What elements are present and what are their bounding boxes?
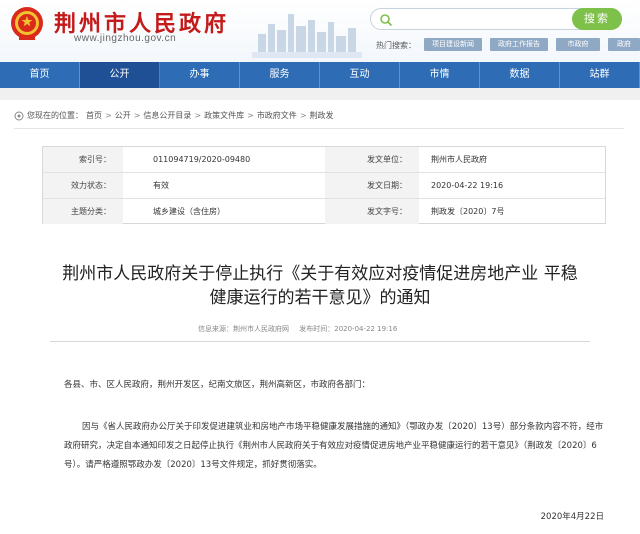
meta-value-category: 城乡建设（含住房） [153, 207, 225, 216]
meta-row: 效力状态： 有效 发文日期： 2020-04-22 19:16 [43, 173, 605, 199]
search-box: 搜索 [370, 8, 622, 30]
nav-item-services[interactable]: 服务 [240, 62, 320, 88]
hot-search-tag[interactable]: 市政府 [556, 38, 600, 51]
meta-value-index: 011094719/2020-09480 [153, 155, 251, 164]
breadcrumb-link[interactable]: 信息公开目录 [143, 110, 191, 121]
breadcrumb-link[interactable]: 荆政发 [310, 110, 334, 121]
breadcrumb-prefix: 您现在的位置： [27, 111, 83, 120]
article-body: 因与《省人民政府办公厅关于印发促进建筑业和房地产市场平稳健康发展措施的通知》（鄂… [64, 422, 604, 470]
article-title: 荆州市人民政府关于停止执行《关于有效应对疫情促进房地产业 平稳 健康运行的若干意… [30, 262, 610, 310]
breadcrumb-separator: > [133, 111, 141, 120]
meta-key-status: 效力状态： [43, 173, 123, 198]
national-emblem-icon [11, 7, 43, 40]
nav-item-interaction[interactable]: 互动 [320, 62, 400, 88]
site-url: www.jingzhou.gov.cn [74, 33, 177, 44]
meta-key-index: 索引号： [43, 147, 123, 172]
breadcrumb-separator: > [194, 111, 202, 120]
nav-item-data[interactable]: 数据 [480, 62, 560, 88]
article-title-line: 荆州市人民政府关于停止执行《关于有效应对疫情促进房地产业 平稳 [62, 264, 578, 284]
breadcrumb-separator: > [299, 111, 307, 120]
meta-value-status: 有效 [153, 181, 169, 190]
city-skyline-illustration [252, 14, 362, 58]
document-meta-table: 索引号： 011094719/2020-09480 发文单位： 荆州市人民政府 … [42, 146, 606, 224]
meta-value-issuer: 荆州市人民政府 [431, 155, 487, 164]
meta-row: 索引号： 011094719/2020-09480 发文单位： 荆州市人民政府 [43, 147, 605, 173]
breadcrumb: 您现在的位置： 首页 > 公开 > 信息公开目录 > 政策文件库 > 市政府文件… [14, 110, 334, 121]
meta-value-date: 2020-04-22 19:16 [431, 181, 504, 190]
breadcrumb-separator: > [247, 111, 254, 120]
breadcrumb-separator: > [105, 111, 112, 120]
meta-value-doc-number: 荆政发〔2020〕7号 [431, 207, 505, 216]
location-pin-icon [14, 111, 24, 120]
nav-item-public[interactable]: 公开 [80, 62, 160, 88]
breadcrumb-link[interactable]: 市政府文件 [257, 110, 297, 121]
article-divider [50, 341, 590, 342]
breadcrumb-link[interactable]: 政策文件库 [204, 110, 244, 121]
meta-row: 主题分类： 城乡建设（含住房） 发文字号： 荆政发〔2020〕7号 [43, 199, 605, 225]
hot-search-tag[interactable]: 政府工作报告 [490, 38, 548, 51]
meta-key-doc-number: 发文字号： [325, 199, 419, 224]
article-date: 2020年4月22日 [540, 512, 604, 522]
nav-item-services-office[interactable]: 办事 [160, 62, 240, 88]
article-publish-time: 发布时间：2020-04-22 19:16 [299, 325, 398, 333]
search-button[interactable]: 搜索 [572, 8, 622, 30]
article-meta: 信息来源：荆州市人民政府网 发布时间：2020-04-22 19:16 [198, 324, 405, 334]
hot-search-label: 热门搜索： [376, 41, 416, 50]
article-salutation: 各县、市、区人民政府，荆州开发区，纪南文旅区，荆州高新区，市政府各部门： [64, 380, 371, 390]
meta-key-issuer: 发文单位： [325, 147, 419, 172]
nav-item-city-info[interactable]: 市情 [400, 62, 480, 88]
meta-key-category: 主题分类： [43, 199, 123, 224]
page-background [0, 88, 640, 100]
meta-key-date: 发文日期： [325, 173, 419, 198]
main-nav: 首页 公开 办事 服务 互动 市情 数据 站群 [0, 62, 640, 88]
breadcrumb-link[interactable]: 公开 [115, 110, 131, 121]
breadcrumb-divider [14, 128, 624, 129]
breadcrumb-link[interactable]: 首页 [86, 110, 102, 121]
search-input[interactable] [397, 11, 547, 27]
site-header: 荆州市人民政府 www.jingzhou.gov.cn 搜索 热门搜索： 项目建… [0, 0, 640, 62]
article-source: 信息来源：荆州市人民政府网 [198, 325, 289, 333]
search-icon [380, 14, 393, 27]
article-title-line: 健康运行的若干意见》的通知 [209, 288, 431, 308]
hot-search-tag[interactable]: 政府 [608, 38, 640, 51]
nav-item-home[interactable]: 首页 [0, 62, 80, 88]
nav-item-site-group[interactable]: 站群 [560, 62, 640, 88]
hot-search-tag[interactable]: 项目建设新闻 [424, 38, 482, 51]
